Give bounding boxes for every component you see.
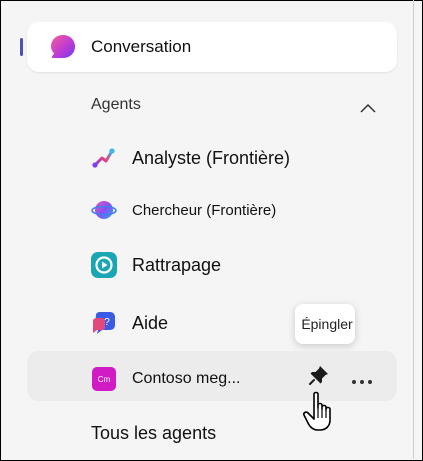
contoso-icon-text: Cm (92, 367, 116, 391)
chat-bubble-icon (49, 33, 77, 61)
nav-item-conversation[interactable]: Conversation (27, 22, 397, 72)
agent-item-rattrapage[interactable]: Rattrapage (90, 245, 390, 285)
hand-cursor-icon (300, 390, 340, 434)
agents-header-label: Agents (91, 96, 141, 113)
pin-tooltip: Épingler (295, 304, 355, 344)
agent-label: Analyste (Frontière) (132, 147, 291, 168)
active-indicator (20, 38, 23, 56)
more-icon (351, 372, 373, 384)
all-agents-link[interactable]: Tous les agents (91, 423, 216, 444)
contoso-icon: Cm (90, 365, 118, 393)
agent-label: Rattrapage (132, 254, 222, 275)
catch-up-icon (90, 251, 118, 279)
pin-icon (308, 364, 330, 386)
agent-item-analyste[interactable]: Analyste (Frontière) (90, 138, 390, 178)
pin-button[interactable] (306, 362, 332, 388)
svg-text:?: ? (104, 317, 110, 328)
scroll-rail (413, 0, 414, 459)
help-icon: ? (90, 309, 118, 337)
agent-label: Contoso meg... (132, 370, 241, 387)
agent-item-chercheur[interactable]: Chercheur (Frontière) (90, 190, 390, 230)
agent-item-contoso[interactable]: Cm Contoso meg... (90, 359, 390, 399)
agent-label: Chercheur (Frontière) (132, 201, 277, 219)
conversation-label: Conversation (91, 37, 192, 56)
agents-section-header[interactable]: Agents (91, 93, 376, 117)
agent-label: Aide (132, 312, 169, 333)
more-options-button[interactable] (349, 364, 375, 386)
researcher-icon (90, 196, 118, 224)
chevron-up-icon[interactable] (360, 100, 376, 113)
analyst-icon (90, 144, 118, 172)
